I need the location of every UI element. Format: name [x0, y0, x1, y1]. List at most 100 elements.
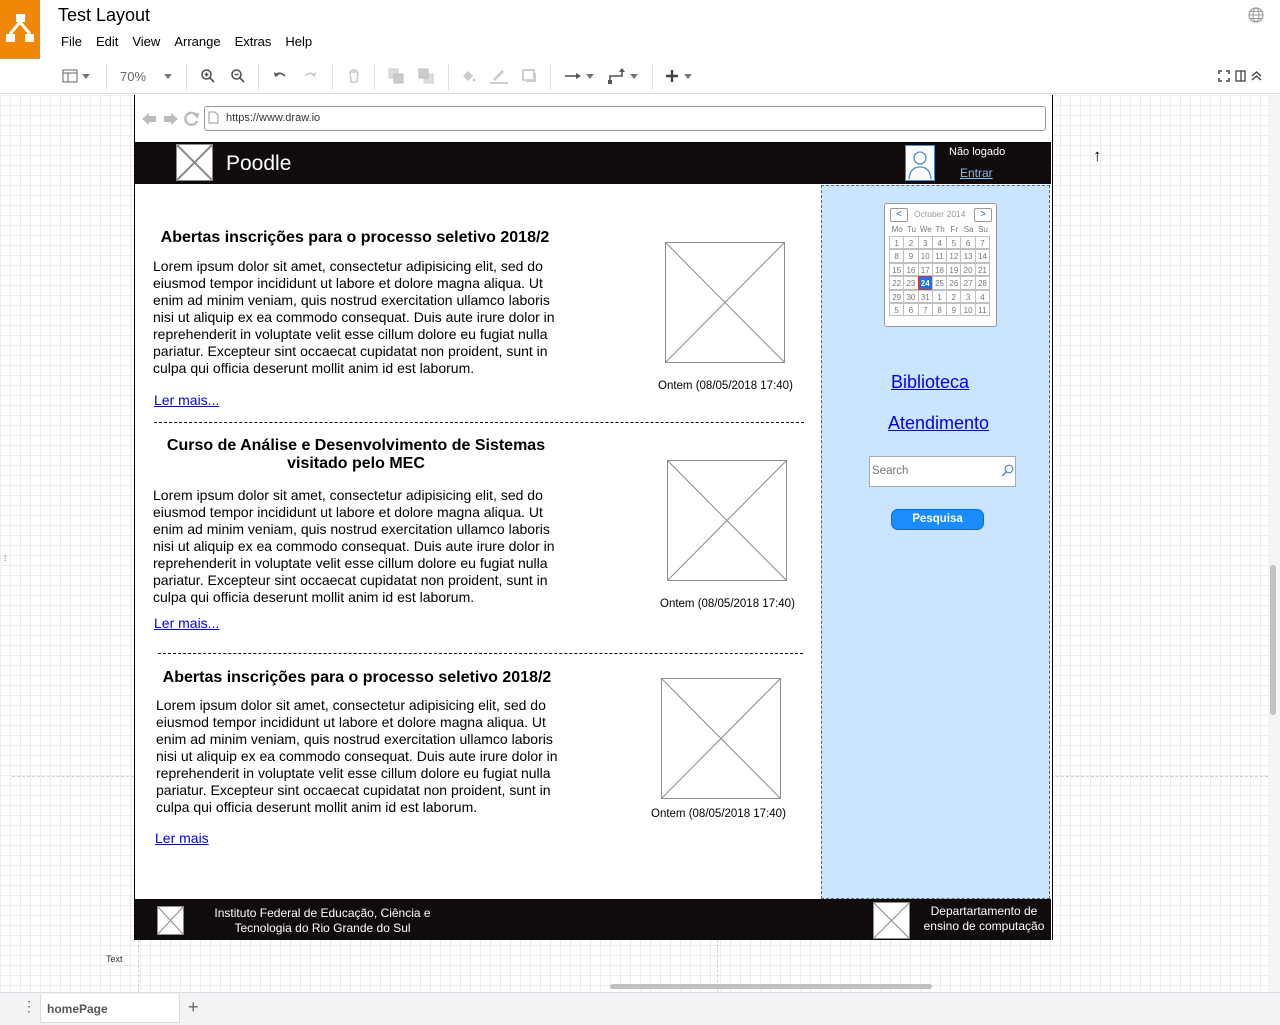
calendar-day[interactable]: 20: [960, 262, 976, 277]
calendar-day[interactable]: 24: [917, 276, 933, 290]
page-menu-button[interactable]: ⋮: [22, 998, 36, 1015]
calendar-day[interactable]: 30: [903, 289, 919, 303]
delete-button[interactable]: [346, 66, 362, 86]
calendar-day[interactable]: 28: [974, 276, 991, 290]
zoom-out-button[interactable]: [230, 66, 246, 86]
article-1-read-more[interactable]: Ler mais...: [154, 392, 219, 408]
image-placeholder-icon: [874, 903, 909, 938]
calendar-day[interactable]: 1: [931, 289, 948, 303]
to-front-button[interactable]: [388, 66, 404, 86]
calendar-weekday: Fr: [950, 225, 959, 234]
calendar-day[interactable]: 8: [889, 249, 905, 263]
login-link[interactable]: Entrar: [960, 166, 993, 180]
calendar-day[interactable]: 12: [946, 249, 962, 263]
calendar-day[interactable]: 7: [917, 302, 933, 317]
drawio-logo[interactable]: [0, 0, 40, 59]
fill-color-button[interactable]: [460, 66, 476, 86]
canvas-text-label[interactable]: Text: [106, 954, 123, 964]
sidebar-link-biblioteca[interactable]: Biblioteca: [891, 372, 969, 393]
calendar-month: October 2014: [914, 209, 966, 219]
article-3-read-more[interactable]: Ler mais: [155, 830, 209, 846]
article-2-read-more[interactable]: Ler mais...: [154, 615, 219, 631]
shadow-button[interactable]: [522, 66, 538, 86]
fullscreen-button[interactable]: [1218, 66, 1230, 86]
calendar-day[interactable]: 8: [931, 302, 948, 317]
article-1-body: Lorem ipsum dolor sit amet, consectetur …: [153, 258, 555, 376]
url-bar[interactable]: [204, 106, 1046, 131]
calendar-day[interactable]: 13: [960, 249, 976, 263]
calendar-day[interactable]: 2: [903, 236, 919, 250]
to-back-icon: [418, 68, 434, 84]
insert-button[interactable]: [664, 66, 692, 86]
collapse-button[interactable]: [1251, 66, 1262, 86]
calendar-day[interactable]: 26: [946, 276, 962, 290]
menu-extras[interactable]: Extras: [228, 34, 279, 49]
line-color-button[interactable]: [490, 66, 508, 86]
calendar-next-button[interactable]: >: [974, 208, 992, 222]
calendar-day[interactable]: 1: [889, 236, 905, 250]
calendar-day[interactable]: 27: [960, 276, 976, 290]
calendar-day[interactable]: 4: [931, 236, 948, 250]
zoom-select[interactable]: 70%: [120, 66, 173, 86]
globe-icon[interactable]: [1248, 7, 1264, 23]
calendar-day[interactable]: 3: [960, 289, 976, 303]
vertical-scrollbar[interactable]: [1268, 95, 1280, 992]
calendar-day[interactable]: 19: [946, 262, 962, 277]
calendar-day[interactable]: 4: [974, 289, 991, 303]
calendar-day[interactable]: 18: [931, 262, 948, 277]
calendar-day[interactable]: 21: [974, 262, 991, 277]
calendar-day[interactable]: 10: [917, 249, 933, 263]
page-break-guide: [1051, 776, 1268, 777]
menu-edit[interactable]: Edit: [89, 34, 125, 49]
vertical-scroll-thumb[interactable]: [1270, 565, 1276, 715]
format-panel-button[interactable]: [62, 66, 90, 86]
calendar-day[interactable]: 15: [889, 262, 905, 277]
page-tab-label: homePage: [47, 1002, 108, 1016]
calendar-day[interactable]: 25: [931, 276, 948, 290]
redo-button[interactable]: [302, 66, 318, 86]
calendar-day[interactable]: 7: [974, 236, 991, 250]
calendar-day[interactable]: 5: [946, 236, 962, 250]
calendar-day[interactable]: 6: [903, 302, 919, 317]
search-button[interactable]: Pesquisa: [891, 509, 984, 530]
calendar-day[interactable]: 14: [974, 249, 991, 263]
sidebar-link-atendimento[interactable]: Atendimento: [888, 413, 989, 434]
page-tab-homepage[interactable]: homePage: [40, 994, 180, 1023]
zoom-in-button[interactable]: [200, 66, 216, 86]
menu-help[interactable]: Help: [278, 34, 319, 49]
sidebar-resize-handle[interactable]: ⁞: [4, 553, 7, 563]
calendar-day[interactable]: 17: [917, 262, 933, 277]
calendar-day[interactable]: 22: [889, 276, 905, 290]
waypoints-button[interactable]: [608, 66, 638, 86]
calendar-day[interactable]: 23: [903, 276, 919, 290]
menu-view[interactable]: View: [125, 34, 167, 49]
calendar-day[interactable]: 11: [974, 302, 991, 317]
article-2-body: Lorem ipsum dolor sit amet, consectetur …: [153, 487, 555, 605]
calendar-day[interactable]: 2: [946, 289, 962, 303]
calendar-day[interactable]: 29: [889, 289, 905, 303]
connection-style-button[interactable]: [564, 66, 594, 86]
calendar-grid: Mo Tu We Th Fr Sa Su 1 2 3 4 5 6 7 8 9 10 11 12 13 14 15 16 17 1…: [889, 224, 991, 317]
zoom-out-icon: [231, 69, 245, 83]
document-title[interactable]: Test Layout: [58, 5, 150, 26]
calendar-day[interactable]: 9: [903, 249, 919, 263]
calendar-day[interactable]: 9: [946, 302, 962, 317]
menu-file[interactable]: File: [54, 34, 89, 49]
user-status: Não logado: [949, 146, 1006, 158]
horizontal-scroll-thumb[interactable]: [610, 984, 932, 989]
to-back-button[interactable]: [418, 66, 434, 86]
menu-arrange[interactable]: Arrange: [167, 34, 227, 49]
calendar-day[interactable]: 5: [889, 302, 905, 317]
calendar-day[interactable]: 10: [960, 302, 976, 317]
calendar-prev-button[interactable]: <: [890, 208, 908, 222]
calendar-day[interactable]: 11: [931, 249, 948, 263]
add-page-button[interactable]: +: [188, 997, 199, 1018]
format-toggle-button[interactable]: [1235, 66, 1246, 86]
undo-button[interactable]: [272, 66, 288, 86]
calendar-day[interactable]: 3: [917, 236, 933, 250]
calendar-day[interactable]: 16: [903, 262, 919, 277]
calendar-day[interactable]: 31: [917, 289, 933, 303]
article-2-date: Ontem (08/05/2018 17:40): [660, 598, 795, 610]
browser-nav-icons[interactable]: [141, 110, 201, 128]
calendar-day[interactable]: 6: [960, 236, 976, 250]
